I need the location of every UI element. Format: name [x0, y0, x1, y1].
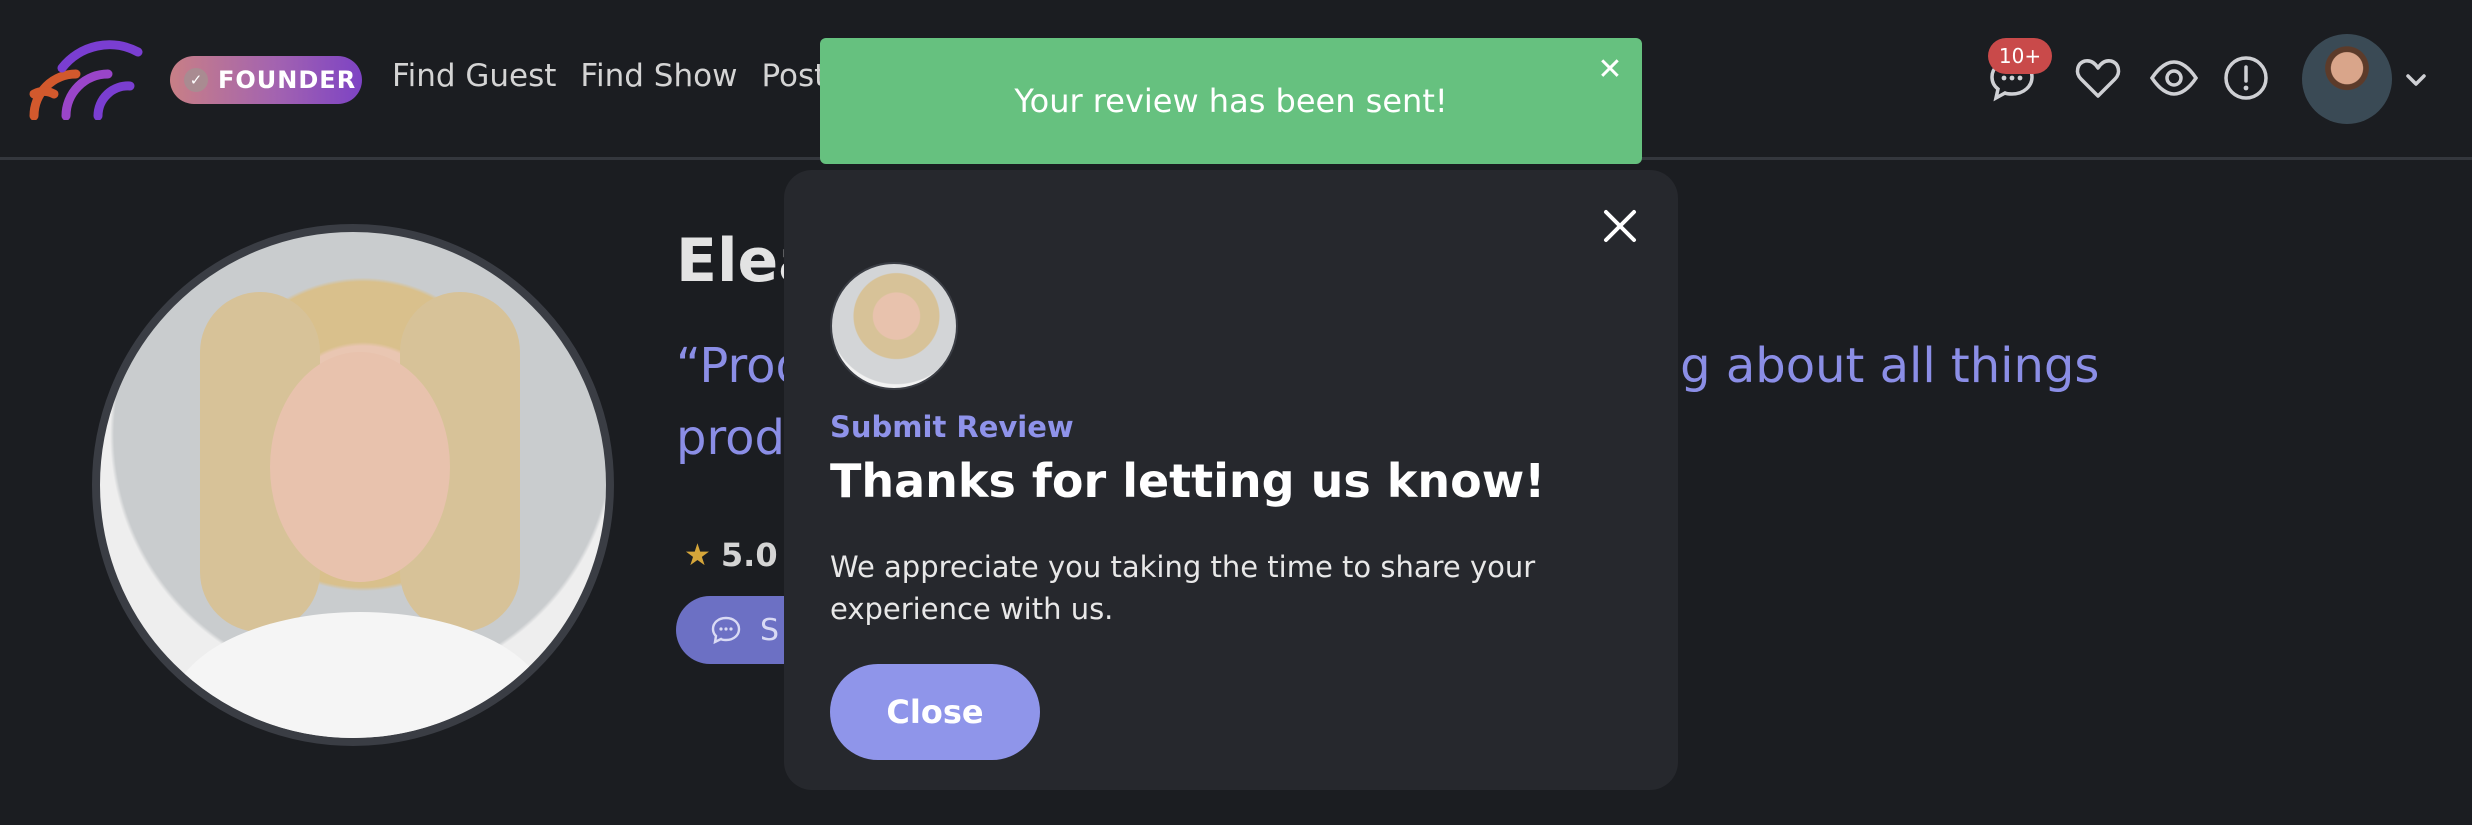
alert-icon[interactable] [2220, 52, 2272, 104]
star-icon: ★ [684, 537, 711, 573]
chevron-down-icon[interactable] [2402, 68, 2430, 92]
modal-kicker: Submit Review [830, 410, 1074, 444]
close-button[interactable]: Close [830, 664, 1040, 760]
toast-close-icon[interactable]: ✕ [1596, 55, 1624, 85]
modal-body: We appreciate you taking the time to sha… [830, 550, 1536, 626]
check-icon: ✓ [184, 68, 208, 92]
profile-photo [92, 224, 614, 746]
toast-message: Your review has been sent! [1014, 82, 1448, 120]
modal-title: Thanks for letting us know! [830, 454, 1546, 508]
messages-count-badge: 10+ [1988, 38, 2052, 74]
eye-icon[interactable] [2148, 52, 2200, 104]
main-nav: Find Guest Find Show Posts [392, 58, 842, 94]
chat-icon [711, 616, 741, 645]
review-confirmation-modal: Submit Review Thanks for letting us know… [784, 170, 1678, 790]
nav-find-show[interactable]: Find Show [580, 58, 737, 94]
success-toast: Your review has been sent! ✕ [820, 38, 1642, 164]
founder-badge: ✓ FOUNDER [170, 56, 362, 104]
close-icon[interactable] [1598, 204, 1642, 248]
user-avatar[interactable] [2302, 34, 2392, 124]
logo-icon[interactable] [26, 38, 144, 120]
heart-icon[interactable] [2072, 52, 2124, 104]
nav-find-guest[interactable]: Find Guest [392, 58, 556, 94]
guest-avatar [830, 262, 958, 390]
profile-rating: ★ 5.0 / [684, 536, 798, 574]
